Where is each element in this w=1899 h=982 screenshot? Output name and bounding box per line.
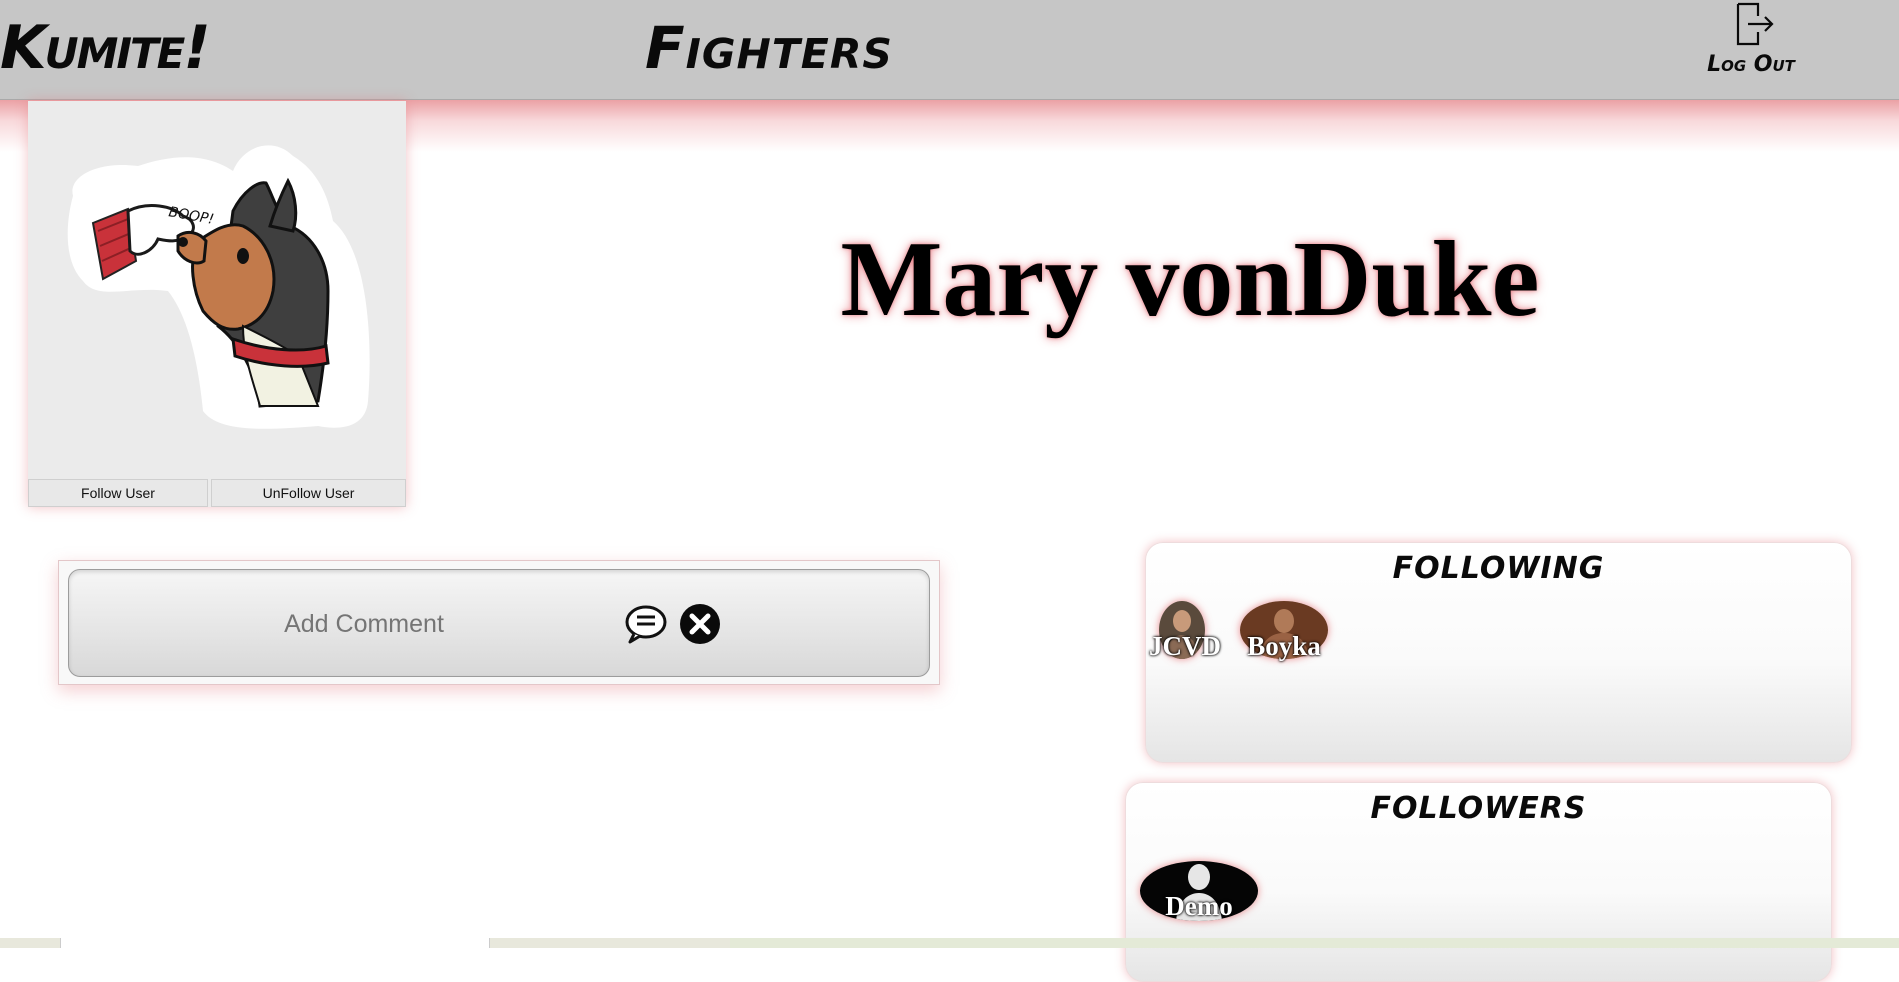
follower-user-name: Demo <box>1165 891 1233 921</box>
following-user-boyka[interactable]: Boyka <box>1240 601 1328 661</box>
close-circle-icon[interactable] <box>679 603 721 645</box>
following-user-name: JCVD <box>1149 631 1221 661</box>
profile-card: BOOP! Follow User UnFollow User <box>28 101 406 507</box>
followers-title: FOLLOWERS <box>1370 791 1587 826</box>
comment-form <box>58 560 940 685</box>
profile-avatar: BOOP! <box>28 101 406 477</box>
bottom-segment <box>730 938 1899 948</box>
comment-input[interactable] <box>69 570 659 678</box>
speech-bubble-icon[interactable] <box>624 604 668 644</box>
logout-label: Log Out <box>1707 52 1795 77</box>
fighters-link[interactable]: Fighters <box>645 8 893 88</box>
following-panel: FOLLOWING JCVD Boyka <box>1145 542 1852 763</box>
following-title: FOLLOWING <box>1392 551 1605 586</box>
logout-icon <box>1736 2 1774 46</box>
unfollow-user-button[interactable]: UnFollow User <box>211 479 406 507</box>
following-user-name: Boyka <box>1247 631 1321 661</box>
bottom-segment <box>60 938 490 948</box>
followers-panel: FOLLOWERS Demo <box>1125 782 1832 982</box>
logout-button[interactable]: Log Out <box>1690 0 1812 90</box>
dog-boop-sticker: BOOP! <box>67 145 370 429</box>
bottom-strip <box>0 938 1899 948</box>
follow-user-button[interactable]: Follow User <box>28 479 208 507</box>
following-user-jcvd[interactable]: JCVD <box>1149 601 1221 661</box>
profile-name: Mary vonDuke <box>840 220 1540 339</box>
top-nav: Kumite! Fighters Log Out <box>0 0 1899 152</box>
comment-field <box>68 569 930 678</box>
brand-logo[interactable]: Kumite! <box>0 8 211 88</box>
follower-user-demo[interactable]: Demo <box>1140 861 1258 921</box>
